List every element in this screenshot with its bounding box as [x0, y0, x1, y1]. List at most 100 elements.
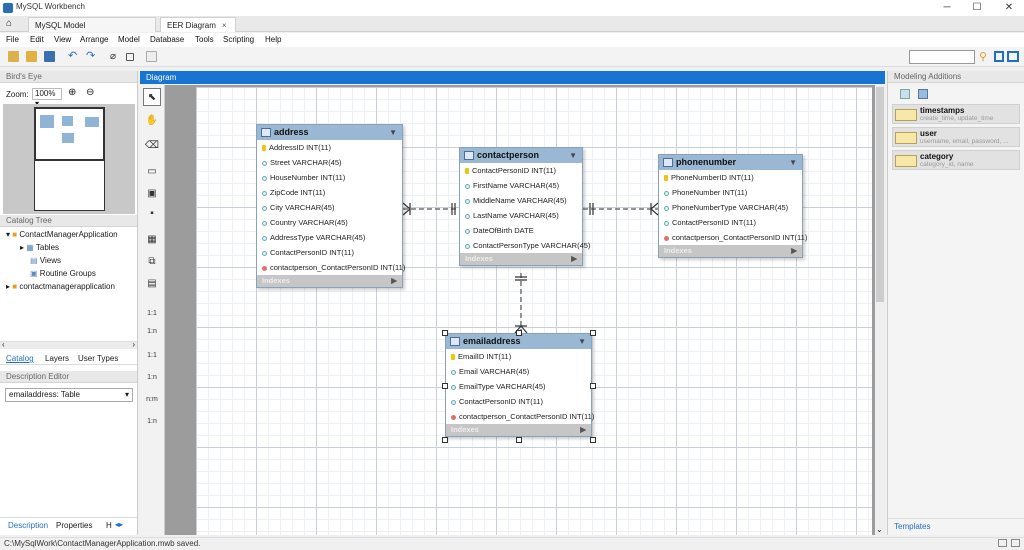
entity-address[interactable]: address ▼ AddressID INT(11) Street VARCHA…	[256, 124, 405, 288]
column-row[interactable]: ZipCode INT(11)	[257, 185, 402, 200]
column-row[interactable]: AddressID INT(11)	[257, 140, 402, 155]
maximize-button[interactable]: ☐	[962, 0, 992, 16]
tree-schema-2[interactable]: ▸ ■ contactmanagerapplication	[6, 282, 115, 291]
template-view-icon[interactable]	[918, 89, 928, 99]
scroll-right-icon[interactable]: ›	[132, 340, 135, 349]
scroll-down-icon[interactable]: ⌄	[876, 525, 883, 534]
indexes-section[interactable]: Indexes ▶	[659, 245, 802, 257]
tree-tables[interactable]: ▸ ▦ Tables	[20, 243, 59, 252]
save-icon[interactable]	[44, 51, 55, 62]
column-row[interactable]: contactperson_ContactPersonID INT(11)	[659, 230, 807, 245]
layout-toggle-left-icon[interactable]	[994, 51, 1004, 62]
relationship-1-n-id-tool[interactable]: 1:n	[143, 369, 161, 387]
column-row[interactable]: Email VARCHAR(45)	[446, 364, 591, 379]
menu-tools[interactable]: Tools	[195, 35, 214, 44]
add-template-icon[interactable]	[900, 89, 910, 99]
collapse-arrow-icon[interactable]: ▼	[789, 155, 797, 170]
undo-icon[interactable]: ↶	[68, 51, 79, 62]
column-row[interactable]: contactperson_ContactPersonID INT(11)	[257, 260, 405, 275]
hand-tool-icon[interactable]: ✋	[143, 112, 161, 130]
tab-catalog[interactable]: Catalog	[6, 354, 34, 363]
entity-header[interactable]: address ▼	[257, 125, 402, 140]
resize-handle[interactable]	[590, 437, 596, 443]
menu-arrange[interactable]: Arrange	[80, 35, 108, 44]
expand-arrow-icon[interactable]: ▶	[791, 245, 797, 257]
toggle-grid-icon[interactable]: ⌀	[110, 51, 121, 62]
relationship-existing-tool[interactable]: 1:n	[143, 413, 161, 431]
entity-header[interactable]: contactperson ▼	[460, 148, 582, 163]
tab-mysql-model[interactable]: MySQL Model (ContactManagerA...×	[28, 17, 156, 45]
status-panel-icon[interactable]	[998, 539, 1007, 547]
tab-eer-diagram[interactable]: EER Diagram ×	[160, 17, 236, 32]
menu-model[interactable]: Model	[118, 35, 140, 44]
search-input[interactable]	[909, 50, 975, 64]
column-row[interactable]: DateOfBirth DATE	[460, 223, 582, 238]
expand-arrow-icon[interactable]: ▶	[580, 424, 586, 436]
menu-file[interactable]: File	[6, 35, 19, 44]
tab-templates[interactable]: Templates	[894, 522, 930, 531]
collapse-arrow-icon[interactable]: ▼	[569, 148, 577, 163]
menu-scripting[interactable]: Scripting	[223, 35, 254, 44]
column-row[interactable]: PhoneNumber INT(11)	[659, 185, 802, 200]
zoom-in-icon[interactable]: ⊕	[68, 87, 76, 98]
entity-emailaddress[interactable]: emailaddress ▼ EmailID INT(11) Email VARC…	[445, 333, 594, 437]
resize-handle[interactable]	[590, 330, 596, 336]
open-folder-icon[interactable]	[26, 51, 37, 62]
pointer-tool-icon[interactable]: ⬉	[143, 88, 161, 106]
zoom-select[interactable]: 100% ▾	[32, 88, 62, 108]
birds-eye-view[interactable]	[3, 104, 135, 214]
image-tool-icon[interactable]: ▪	[143, 205, 161, 223]
close-window-button[interactable]: ✕	[994, 0, 1024, 16]
tab-layers[interactable]: Layers	[45, 354, 69, 363]
close-icon[interactable]: ×	[222, 21, 227, 30]
catalog-hscrollbar[interactable]: ‹ ›	[0, 340, 137, 349]
column-row[interactable]: HouseNumber INT(11)	[257, 170, 402, 185]
expand-arrow-icon[interactable]: ▶	[391, 275, 397, 287]
layout-toggle-right-icon[interactable]	[1007, 51, 1019, 62]
template-user[interactable]: user username, email, password, ...	[892, 127, 1020, 147]
indexes-section[interactable]: Indexes ▶	[446, 424, 591, 436]
column-row[interactable]: PhoneNumberType VARCHAR(45)	[659, 200, 802, 215]
tree-routine-groups[interactable]: ▣ Routine Groups	[30, 269, 96, 278]
column-row[interactable]: Country VARCHAR(45)	[257, 215, 402, 230]
column-row[interactable]: EmailID INT(11)	[446, 349, 591, 364]
column-row[interactable]: ContactPersonID INT(11)	[257, 245, 402, 260]
redo-icon[interactable]: ↷	[86, 51, 97, 62]
entity-header[interactable]: emailaddress ▼	[446, 334, 591, 349]
column-row[interactable]: LastName VARCHAR(45)	[460, 208, 582, 223]
column-row[interactable]: AddressType VARCHAR(45)	[257, 230, 402, 245]
diagram-canvas-area[interactable]: address ▼ AddressID INT(11) Street VARCHA…	[165, 85, 875, 535]
layer-tool-icon[interactable]: ▭	[143, 163, 161, 181]
routine-group-tool-icon[interactable]: ▤	[143, 275, 161, 293]
tab-scroll-arrows-icon[interactable]: ◂▸	[115, 520, 123, 529]
entity-contactperson[interactable]: contactperson ▼ ContactPersonID INT(11) F…	[459, 147, 590, 266]
minimize-button[interactable]: ─	[932, 0, 962, 16]
description-object-select[interactable]: emailaddress: Table ▾	[5, 388, 133, 402]
view-tool-icon[interactable]: ⧉	[143, 253, 161, 271]
diagram-canvas[interactable]: address ▼ AddressID INT(11) Street VARCHA…	[196, 87, 872, 535]
menu-database[interactable]: Database	[150, 35, 184, 44]
resize-handle[interactable]	[516, 437, 522, 443]
indexes-section[interactable]: Indexes ▶	[460, 253, 582, 265]
column-row[interactable]: ContactPersonType VARCHAR(45)	[460, 238, 590, 253]
new-file-icon[interactable]	[8, 51, 19, 62]
resize-handle[interactable]	[516, 330, 522, 336]
resize-handle[interactable]	[442, 383, 448, 389]
column-row[interactable]: Street VARCHAR(45)	[257, 155, 402, 170]
search-icon[interactable]: ⚲	[979, 50, 987, 63]
column-row[interactable]: FirstName VARCHAR(45)	[460, 178, 582, 193]
template-timestamps[interactable]: timestamps create_time, update_time	[892, 104, 1020, 124]
tree-schema-1[interactable]: ▾ ■ ContactManagerApplication	[6, 230, 118, 239]
relationship-1-n-tool[interactable]: 1:n	[143, 323, 161, 341]
tab-properties[interactable]: Properties	[56, 521, 92, 530]
home-icon[interactable]: ⌂	[6, 18, 12, 29]
indexes-section[interactable]: Indexes ▶	[257, 275, 402, 287]
column-row[interactable]: City VARCHAR(45)	[257, 200, 402, 215]
expand-arrow-icon[interactable]: ▶	[571, 253, 577, 265]
canvas-vertical-scrollbar[interactable]: ⌄	[875, 85, 885, 535]
column-row[interactable]: ContactPersonID INT(11)	[446, 394, 591, 409]
template-category[interactable]: category category_id, name	[892, 150, 1020, 170]
column-row[interactable]: EmailType VARCHAR(45)	[446, 379, 591, 394]
menu-edit[interactable]: Edit	[30, 35, 44, 44]
resize-handle[interactable]	[442, 437, 448, 443]
